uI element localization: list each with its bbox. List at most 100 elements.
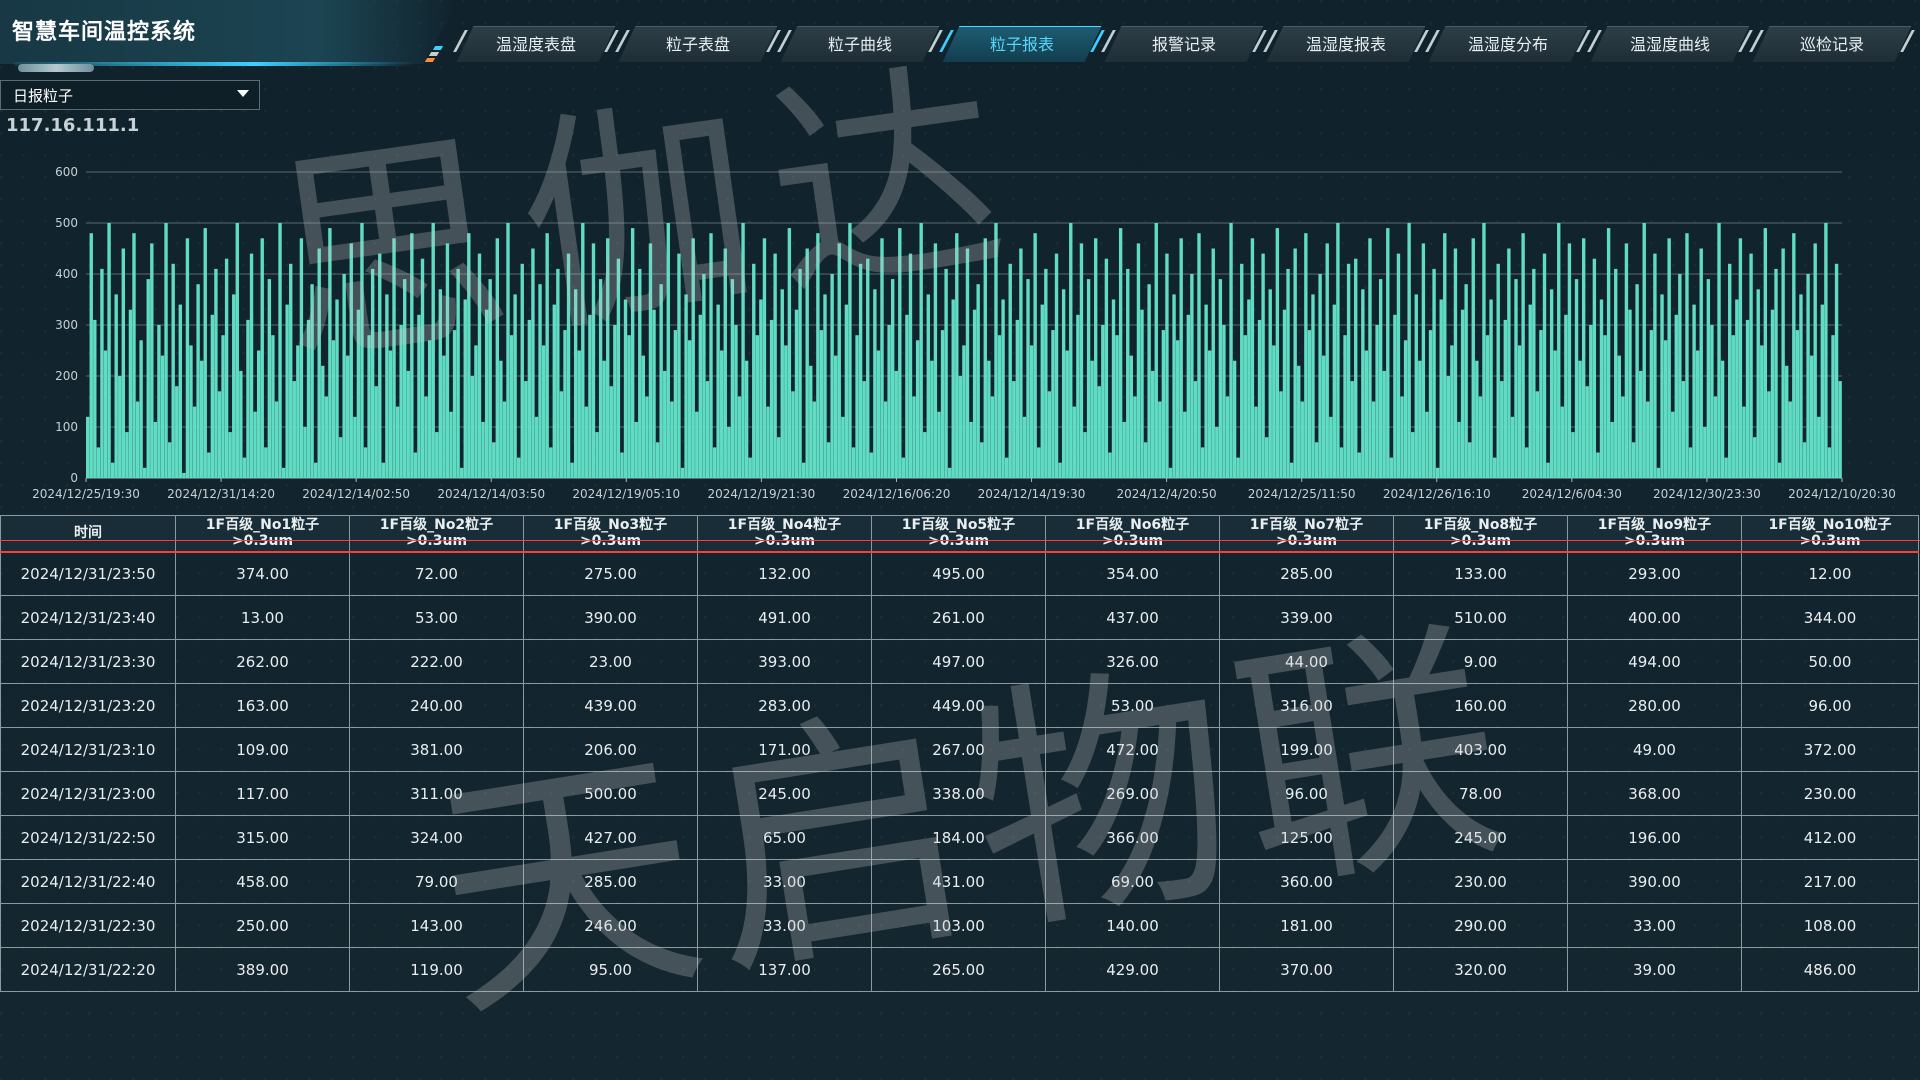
table-row[interactable]: 2024/12/31/23:20 163.00 240.00 439.00 283.00… — [0, 683, 1919, 728]
data-bar — [1215, 427, 1219, 478]
data-bar — [1560, 406, 1564, 478]
data-bar — [142, 467, 147, 478]
data-bar — [1827, 447, 1832, 478]
data-bar — [456, 268, 460, 478]
data-bar — [367, 335, 371, 478]
table-row[interactable]: 2024/12/31/23:00 117.00 311.00 500.00 245.00… — [0, 771, 1919, 816]
data-bar — [1403, 340, 1408, 478]
data-bar — [1435, 467, 1440, 478]
data-bar — [566, 253, 571, 478]
data-bar — [1617, 355, 1621, 478]
table-row[interactable]: 2024/12/31/22:30 250.00 143.00 246.00 33.00 1… — [0, 903, 1919, 948]
data-bar — [224, 258, 229, 478]
data-bar — [898, 228, 902, 478]
data-bar — [246, 319, 250, 478]
data-bar — [997, 335, 1002, 478]
data-bar — [488, 279, 492, 478]
data-bar — [150, 243, 154, 478]
data-bar — [1806, 274, 1810, 478]
tab-4[interactable]: 报警记录 — [1101, 20, 1267, 66]
data-bar — [723, 248, 727, 478]
tab-5[interactable]: 温湿度报表 — [1263, 20, 1429, 66]
data-bar — [1286, 268, 1290, 478]
y-tick-label: 100 — [55, 420, 78, 434]
data-bar — [167, 442, 172, 478]
table-row[interactable]: 2024/12/31/22:40 458.00 79.00 285.00 33.00 43… — [0, 859, 1919, 904]
data-bar — [926, 294, 930, 478]
table-row[interactable]: 2024/12/31/23:50 374.00 72.00 275.00 132.00 4… — [0, 551, 1919, 596]
row-value-cell: 53.00 — [349, 595, 524, 640]
data-bar — [1097, 386, 1101, 478]
x-tick-label: 2024/12/30/23:30 — [1653, 487, 1761, 501]
data-bar — [516, 457, 521, 478]
data-bar — [1492, 457, 1497, 478]
chevron-down-icon[interactable] — [237, 90, 249, 97]
data-bar — [1094, 238, 1098, 478]
data-bar — [549, 447, 553, 478]
report-type-value: 日报粒子 — [13, 86, 74, 105]
data-bar — [919, 223, 923, 478]
tab-1[interactable]: 粒子表盘 — [615, 20, 781, 66]
row-value-cell: 137.00 — [697, 947, 872, 992]
data-bar — [848, 223, 852, 478]
data-bar — [114, 294, 118, 478]
data-bar — [1663, 340, 1668, 478]
data-bar — [199, 360, 204, 478]
data-bar — [1232, 360, 1237, 478]
data-bar — [1685, 233, 1689, 478]
data-bar — [883, 401, 888, 478]
data-bar — [798, 268, 802, 478]
data-bar — [1264, 437, 1269, 478]
data-bar — [659, 284, 663, 478]
data-bar — [285, 304, 289, 478]
data-bar — [1809, 355, 1814, 478]
data-bar — [1610, 421, 1614, 478]
data-bar — [424, 396, 428, 478]
data-bar — [876, 350, 881, 478]
table-row[interactable]: 2024/12/31/22:20 389.00 119.00 95.00 137.00 2… — [0, 947, 1919, 992]
data-bar — [1218, 279, 1223, 478]
data-bar — [801, 462, 806, 478]
data-bar — [1443, 233, 1447, 478]
row-value-cell: 9.00 — [1393, 639, 1568, 684]
data-bar — [755, 335, 760, 478]
row-value-cell: 72.00 — [349, 551, 524, 596]
data-bar — [1767, 391, 1771, 478]
data-bar — [990, 396, 995, 478]
data-bar — [1272, 345, 1276, 478]
data-bar — [324, 396, 329, 478]
report-type-select[interactable]: 日报粒子 — [0, 80, 260, 110]
table-row[interactable]: 2024/12/31/23:40 13.00 53.00 390.00 491.00 26… — [0, 595, 1919, 640]
tab-8[interactable]: 巡检记录 — [1749, 20, 1915, 66]
table-row[interactable]: 2024/12/31/23:30 262.00 222.00 23.00 393.00 4… — [0, 639, 1919, 684]
row-value-cell: 103.00 — [871, 903, 1046, 948]
row-value-cell: 372.00 — [1741, 727, 1919, 772]
data-bar — [1795, 330, 1800, 478]
tab-6[interactable]: 温湿度分布 — [1425, 20, 1591, 66]
data-bar — [1065, 350, 1069, 478]
table-row[interactable]: 2024/12/31/23:10 109.00 381.00 206.00 171.00… — [0, 727, 1919, 772]
table-row[interactable]: 2024/12/31/22:50 315.00 324.00 427.00 65.00 1… — [0, 815, 1919, 860]
data-bar — [1289, 462, 1294, 478]
row-value-cell: 196.00 — [1567, 815, 1742, 860]
data-bar — [987, 360, 991, 478]
data-bar — [477, 253, 482, 478]
tab-7[interactable]: 温湿度曲线 — [1587, 20, 1753, 66]
data-bar — [1468, 442, 1472, 478]
title-pill-decoration — [18, 64, 94, 72]
data-bar — [406, 370, 410, 478]
tab-0[interactable]: 温湿度表盘 — [453, 20, 619, 66]
tab-3[interactable]: 粒子报表 — [939, 20, 1105, 66]
data-bar — [217, 391, 222, 478]
data-bar — [506, 223, 510, 478]
data-bar — [1150, 370, 1155, 478]
data-bar — [1375, 325, 1379, 478]
data-bar — [445, 243, 450, 478]
tab-2[interactable]: 粒子曲线 — [777, 20, 943, 66]
data-bar — [1343, 335, 1347, 478]
data-bar — [1165, 253, 1169, 478]
data-bar — [1724, 457, 1728, 478]
data-bar — [1386, 228, 1390, 478]
tab-label: 报警记录 — [1151, 35, 1216, 54]
row-value-cell: 280.00 — [1567, 683, 1742, 728]
